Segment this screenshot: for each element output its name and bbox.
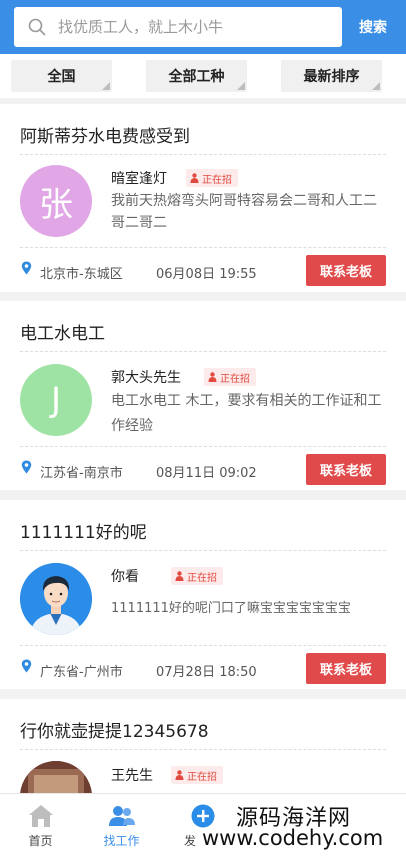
job-card[interactable]: 1111111好的呢 你看 正在招 1111111好的呢门口了嘛宝宝宝宝宝宝宝 bbox=[0, 500, 406, 689]
status-badge-label: 正在招 bbox=[202, 174, 232, 186]
job-time: 07月28日 18:50 bbox=[156, 665, 257, 680]
filter-region[interactable]: 全国 bbox=[11, 60, 112, 92]
user-portrait-icon bbox=[20, 563, 92, 635]
tab-home[interactable]: 首页 bbox=[0, 794, 81, 857]
divider bbox=[20, 749, 386, 750]
divider bbox=[20, 550, 386, 551]
status-badge: 正在招 bbox=[204, 368, 256, 386]
location-pin-icon bbox=[21, 460, 32, 474]
home-icon bbox=[29, 805, 53, 827]
tab-find-work[interactable]: 找工作 bbox=[81, 794, 162, 857]
person-icon bbox=[190, 173, 199, 183]
contact-boss-button[interactable]: 联系老板 bbox=[306, 255, 386, 286]
status-badge: 正在招 bbox=[171, 766, 223, 784]
person-icon bbox=[175, 770, 184, 780]
filter-trade-label: 全部工种 bbox=[168, 69, 225, 85]
filter-region-label: 全国 bbox=[47, 69, 76, 85]
person-icon bbox=[208, 372, 217, 382]
job-time: 08月11日 09:02 bbox=[156, 466, 257, 481]
divider bbox=[20, 645, 386, 646]
job-title: 阿斯蒂芬水电费感受到 bbox=[20, 127, 190, 147]
avatar bbox=[20, 563, 92, 635]
location-pin-icon bbox=[21, 659, 32, 673]
poster-name: 暗室逢灯 bbox=[111, 171, 167, 187]
filter-trade[interactable]: 全部工种 bbox=[146, 60, 247, 92]
avatar-initial: J bbox=[50, 380, 62, 420]
status-badge-label: 正在招 bbox=[220, 373, 250, 385]
status-badge: 正在招 bbox=[186, 169, 238, 187]
job-description: 我前天热熔弯头阿哥特容易会二哥和人工二哥二哥二 bbox=[111, 193, 377, 231]
job-card[interactable]: 电工水电工 J 郭大头先生 正在招 电工水电工 木工，要求有相关的工作证和工作经… bbox=[0, 301, 406, 490]
job-title: 行你就壶提提12345678 bbox=[20, 722, 209, 742]
avatar-initial: 张 bbox=[39, 184, 73, 225]
plus-circle-icon bbox=[191, 804, 215, 828]
dropdown-corner-icon bbox=[102, 82, 110, 90]
job-location: 北京市-东城区 bbox=[40, 267, 123, 282]
bottom-tabbar: 首页 找工作 发 bbox=[0, 793, 406, 857]
job-location: 广东省-广州市 bbox=[40, 665, 123, 680]
divider bbox=[20, 247, 386, 248]
status-badge: 正在招 bbox=[171, 567, 223, 585]
filter-bar: 全国 全部工种 最新排序 bbox=[0, 54, 406, 98]
divider bbox=[20, 154, 386, 155]
divider bbox=[20, 351, 386, 352]
dropdown-corner-icon bbox=[237, 82, 245, 90]
contact-boss-button[interactable]: 联系老板 bbox=[306, 653, 386, 684]
job-time: 06月08日 19:55 bbox=[156, 267, 257, 282]
poster-name: 你看 bbox=[111, 569, 139, 585]
search-header: 搜索 bbox=[0, 0, 406, 54]
dropdown-corner-icon bbox=[372, 82, 380, 90]
avatar: 张 bbox=[20, 165, 92, 237]
location-pin-icon bbox=[21, 261, 32, 275]
search-input[interactable] bbox=[58, 7, 338, 47]
job-title: 电工水电工 bbox=[20, 324, 105, 344]
job-title: 1111111好的呢 bbox=[20, 523, 147, 543]
divider bbox=[20, 446, 386, 447]
job-description: 电工水电工 木工，要求有相关的工作证和工作经验 bbox=[111, 393, 382, 434]
filter-sort-label: 最新排序 bbox=[303, 69, 360, 85]
person-icon bbox=[175, 571, 184, 581]
job-location: 江苏省-南京市 bbox=[40, 466, 123, 481]
status-badge-label: 正在招 bbox=[187, 771, 217, 783]
status-badge-label: 正在招 bbox=[187, 572, 217, 584]
filter-sort[interactable]: 最新排序 bbox=[281, 60, 382, 92]
poster-name: 王先生 bbox=[111, 768, 153, 784]
tab-post[interactable]: 发 bbox=[162, 794, 243, 857]
tab-find-work-label: 找工作 bbox=[103, 834, 140, 848]
search-button[interactable]: 搜索 bbox=[348, 7, 398, 47]
search-icon bbox=[28, 18, 46, 36]
job-card[interactable]: 行你就壶提提12345678 王先生 正在招 bbox=[0, 699, 406, 833]
people-icon bbox=[109, 806, 135, 826]
job-card[interactable]: 阿斯蒂芬水电费感受到 张 暗室逢灯 正在招 我前天热熔弯头阿哥特容易会二哥和人工… bbox=[0, 104, 406, 292]
search-box[interactable] bbox=[14, 7, 342, 47]
tab-home-label: 首页 bbox=[28, 834, 53, 848]
job-description: 1111111好的呢门口了嘛宝宝宝宝宝宝宝 bbox=[111, 601, 351, 616]
contact-boss-button[interactable]: 联系老板 bbox=[306, 454, 386, 485]
poster-name: 郭大头先生 bbox=[111, 370, 181, 386]
tab-post-label: 发 bbox=[183, 834, 196, 848]
avatar: J bbox=[20, 364, 92, 436]
app-page: 搜索 全国 全部工种 最新排序 阿斯蒂芬水电费感受到 张 暗室逢灯 正在招 我前… bbox=[0, 0, 406, 857]
